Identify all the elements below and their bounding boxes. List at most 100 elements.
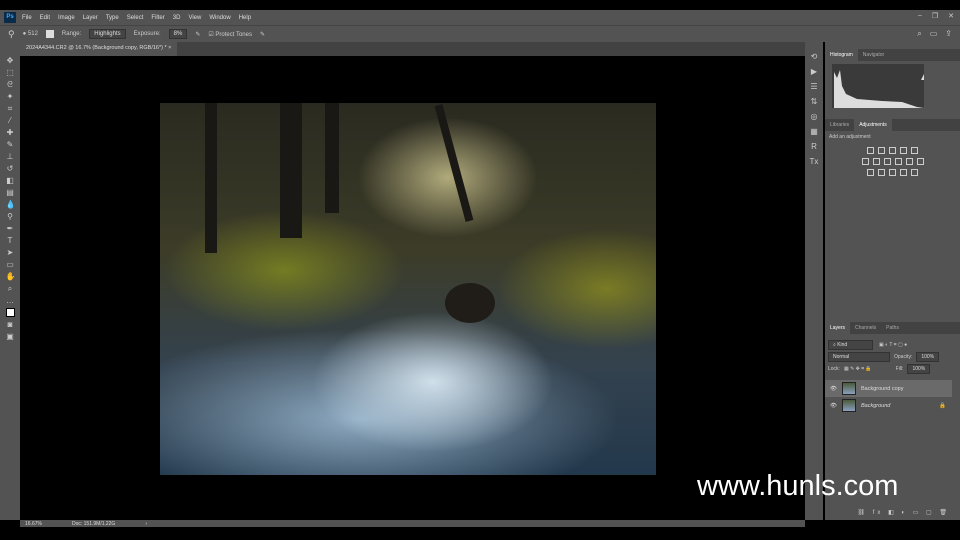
marquee-tool-icon[interactable]: ⬚ (6, 68, 15, 77)
adjust-icon[interactable]: ⇅ (811, 97, 818, 106)
blend-mode-select[interactable]: Normal (828, 352, 890, 362)
menu-edit[interactable]: Edit (40, 15, 50, 21)
history-icon[interactable]: ⟲ (811, 52, 818, 61)
pen-tool-icon[interactable]: ✒ (6, 224, 15, 233)
exposure-icon[interactable] (900, 147, 907, 154)
pressure-icon[interactable]: ✎ (260, 31, 265, 38)
actions-icon[interactable]: ▶ (811, 67, 817, 76)
properties-icon[interactable]: ☰ (810, 82, 817, 91)
zoom-tool-icon[interactable]: ⌕ (6, 284, 15, 293)
brush-settings-icon[interactable] (45, 30, 54, 38)
brightness-icon[interactable] (867, 147, 874, 154)
threshold-icon[interactable] (889, 169, 896, 176)
gradient-map-icon[interactable] (900, 169, 907, 176)
eraser-icon[interactable]: ◧ (6, 176, 15, 185)
fill-input[interactable]: 100% (907, 364, 931, 374)
protect-tones-checkbox[interactable]: ☑ Protect Tones (208, 31, 252, 38)
swatches-icon[interactable]: ▦ (810, 127, 818, 136)
menu-3d[interactable]: 3D (173, 15, 181, 21)
waterfall-photo[interactable] (160, 103, 656, 475)
zoom-level[interactable]: 16.67% (25, 521, 42, 527)
opacity-input[interactable]: 100% (916, 352, 940, 362)
screen-mode-icon[interactable]: ▣ (6, 332, 15, 341)
layer-actions[interactable]: ⛓ fx ◧ ◐ ▭ ▢ 🗑 (857, 509, 950, 516)
bw-icon[interactable] (883, 158, 891, 165)
range-select[interactable]: Highlights (89, 29, 126, 39)
status-bar: 16.67% Doc: 151.9M/1.22G › (20, 520, 805, 527)
tab-channels[interactable]: Channels (850, 322, 881, 334)
brush-tool-icon[interactable]: ✎ (6, 140, 15, 149)
healing-brush-icon[interactable]: ✚ (6, 128, 15, 137)
tx-icon[interactable]: Tx (810, 157, 819, 166)
vibrance-icon[interactable] (911, 147, 918, 154)
search-icon[interactable]: ⌕ (917, 29, 921, 39)
blur-tool-icon[interactable]: 💧 (6, 200, 16, 209)
tab-libraries[interactable]: Libraries (825, 119, 854, 131)
color-balance-icon[interactable] (872, 158, 880, 165)
workspace-icon[interactable]: ▭ (930, 29, 938, 39)
history-brush-icon[interactable]: ↺ (6, 164, 15, 173)
layer-name: Background copy (860, 385, 904, 392)
photoshop-logo: Ps (4, 12, 16, 23)
selective-color-icon[interactable] (911, 169, 918, 176)
tab-adjustments[interactable]: Adjustments (854, 119, 892, 131)
path-select-icon[interactable]: ➤ (6, 248, 15, 257)
document-tab[interactable]: 2024A4344.CR2 @ 16.7% (Background copy, … (20, 42, 178, 56)
plugin-icon[interactable]: R (811, 142, 817, 151)
visibility-eye-icon[interactable]: 👁 (830, 403, 837, 409)
layer-row[interactable]: 👁 Background copy (825, 380, 952, 397)
lock-icons[interactable]: ▦ ✎ ✥ ⌗ 🔒 (844, 366, 872, 372)
move-tool-icon[interactable]: ✥ (6, 56, 15, 65)
menu-select[interactable]: Select (127, 15, 144, 21)
layer-name: Background (860, 402, 891, 409)
exposure-input[interactable]: 8% (168, 29, 188, 39)
posterize-icon[interactable] (878, 169, 885, 176)
dodge-tool-icon[interactable]: ⚲ (8, 29, 15, 40)
tab-layers[interactable]: Layers (825, 322, 851, 334)
share-icon[interactable]: ⇪ (945, 29, 952, 39)
magic-wand-icon[interactable]: ✦ (6, 92, 15, 101)
kind-filter[interactable]: ⌕ Kind (828, 340, 873, 350)
menu-image[interactable]: Image (58, 15, 75, 21)
color-swatches[interactable] (5, 308, 15, 317)
crop-tool-icon[interactable]: ⌗ (6, 104, 15, 113)
menu-type[interactable]: Type (106, 15, 119, 21)
menu-help[interactable]: Help (239, 15, 251, 21)
tab-paths[interactable]: Paths (881, 322, 904, 334)
visibility-eye-icon[interactable]: 👁 (830, 386, 837, 392)
clone-stamp-icon[interactable]: ⊥ (6, 152, 15, 161)
type-tool-icon[interactable]: T (6, 236, 15, 245)
menu-view[interactable]: View (188, 15, 201, 21)
invert-icon[interactable] (867, 169, 874, 176)
curves-icon[interactable] (889, 147, 896, 154)
hand-tool-icon[interactable]: ✋ (6, 272, 16, 281)
menu-layer[interactable]: Layer (83, 15, 98, 21)
filter-icons[interactable]: ▣ ◐ T ⌗ ▢ ● (879, 342, 907, 348)
quick-mask-icon[interactable]: ◙ (6, 320, 15, 329)
airbrush-icon[interactable]: ✎ (195, 31, 200, 38)
status-arrow-icon[interactable]: › (145, 521, 147, 527)
tab-histogram[interactable]: Histogram (825, 49, 858, 61)
shape-tool-icon[interactable]: ▭ (6, 260, 15, 269)
hue-icon[interactable] (861, 158, 869, 165)
eyedropper-icon[interactable]: ⁄ (6, 116, 15, 125)
photo-filter-icon[interactable] (894, 158, 902, 165)
close-tab-icon[interactable]: × (168, 45, 171, 51)
lasso-tool-icon[interactable]: ᘓ (6, 80, 15, 89)
menu-window[interactable]: Window (209, 15, 230, 21)
channel-mixer-icon[interactable] (905, 158, 913, 165)
close-icon[interactable]: ✕ (948, 12, 954, 20)
styles-icon[interactable]: ◎ (811, 112, 818, 121)
levels-icon[interactable] (878, 147, 885, 154)
brush-preset[interactable]: ● 512 (23, 31, 38, 37)
menu-file[interactable]: File (22, 15, 32, 21)
layer-row[interactable]: 👁 Background 🔒 (825, 397, 952, 414)
restore-icon[interactable]: ❐ (932, 12, 938, 20)
more-tools-icon[interactable]: … (6, 296, 15, 305)
minimize-icon[interactable]: – (918, 12, 922, 20)
menu-filter[interactable]: Filter (151, 15, 164, 21)
gradient-tool-icon[interactable]: ▤ (6, 188, 15, 197)
tab-navigator[interactable]: Navigator (858, 49, 889, 61)
dodge-tool-icon[interactable]: ⚲ (6, 212, 15, 221)
color-lookup-icon[interactable] (916, 158, 924, 165)
